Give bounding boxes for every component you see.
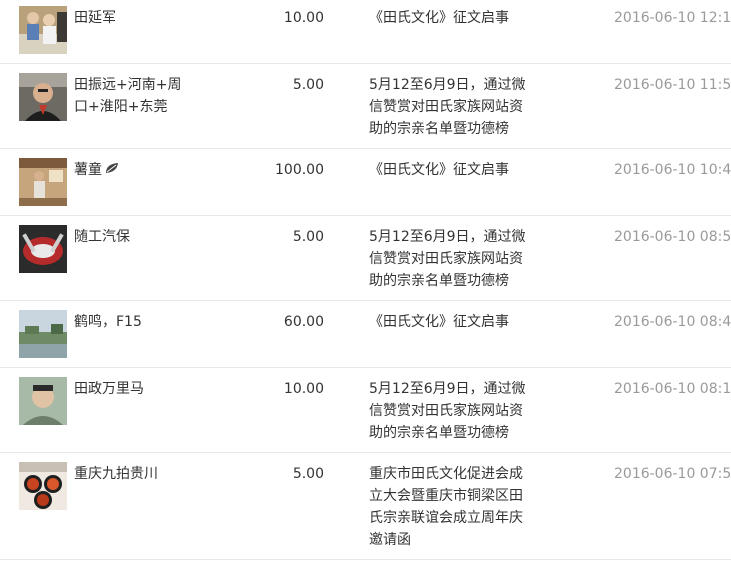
donation-amount: 60.00 <box>283 314 324 330</box>
avatar[interactable] <box>19 462 67 510</box>
project-link[interactable]: 重庆市田氏文化促进会成立大会暨重庆市铜梁区田氏宗亲联谊会成立周年庆邀请函 <box>369 463 529 551</box>
donation-amount: 10.00 <box>283 10 324 26</box>
list-item: 鹤鸣，F15 60.00 《田氏文化》征文启事 2016-06-10 08:46 <box>0 301 731 368</box>
donation-list: 田延军 10.00 《田氏文化》征文启事 2016-06-10 12:16 田振… <box>0 0 731 560</box>
donor-name: 鹤鸣，F15 <box>74 314 142 330</box>
avatar[interactable] <box>19 73 67 121</box>
project-link[interactable]: 5月12至6月9日，通过微信赞赏对田氏家族网站资助的宗亲名单暨功德榜 <box>369 74 529 140</box>
donor-name: 薯童 <box>74 159 194 181</box>
donation-time: 2016-06-10 11:55 <box>614 77 731 93</box>
list-item: 薯童 100.00 《田氏文化》征文启事 2016-06-10 10:44 <box>0 149 731 216</box>
donation-time: 2016-06-10 10:44 <box>614 162 731 178</box>
list-item: 田政万里马 10.00 5月12至6月9日，通过微信赞赏对田氏家族网站资助的宗亲… <box>0 368 731 453</box>
donor-name-text: 薯童 <box>74 162 102 178</box>
donation-time: 2016-06-10 12:16 <box>614 10 731 26</box>
list-item: 田振远+河南+周口+淮阳+东莞 5.00 5月12至6月9日，通过微信赞赏对田氏… <box>0 64 731 149</box>
avatar[interactable] <box>19 377 67 425</box>
donation-time: 2016-06-10 08:57 <box>614 229 731 245</box>
donor-name: 田政万里马 <box>74 381 144 397</box>
list-item: 重庆九拍贵川 5.00 重庆市田氏文化促进会成立大会暨重庆市铜梁区田氏宗亲联谊会… <box>0 453 731 560</box>
donor-name: 重庆九拍贵川 <box>74 466 158 482</box>
project-link[interactable]: 《田氏文化》征文启事 <box>369 311 529 333</box>
project-link[interactable]: 《田氏文化》征文启事 <box>369 7 529 29</box>
project-link[interactable]: 5月12至6月9日，通过微信赞赏对田氏家族网站资助的宗亲名单暨功德榜 <box>369 378 529 444</box>
leaf-icon <box>105 159 119 181</box>
avatar[interactable] <box>19 158 67 206</box>
donation-time: 2016-06-10 08:10 <box>614 381 731 397</box>
donation-amount: 5.00 <box>292 466 324 482</box>
donation-amount: 5.00 <box>292 229 324 245</box>
avatar[interactable] <box>19 310 67 358</box>
avatar[interactable] <box>19 6 67 54</box>
avatar[interactable] <box>19 225 67 273</box>
donor-name: 田振远+河南+周口+淮阳+东莞 <box>74 77 182 115</box>
list-item: 田延军 10.00 《田氏文化》征文启事 2016-06-10 12:16 <box>0 0 731 64</box>
project-link[interactable]: 5月12至6月9日，通过微信赞赏对田氏家族网站资助的宗亲名单暨功德榜 <box>369 226 529 292</box>
list-item: 随工汽保 5.00 5月12至6月9日，通过微信赞赏对田氏家族网站资助的宗亲名单… <box>0 216 731 301</box>
donor-name: 田延军 <box>74 10 116 26</box>
project-link[interactable]: 《田氏文化》征文启事 <box>369 159 529 181</box>
donation-amount: 100.00 <box>275 162 324 178</box>
donor-name: 随工汽保 <box>74 229 130 245</box>
donation-time: 2016-06-10 07:57 <box>614 466 731 482</box>
donation-amount: 10.00 <box>283 381 324 397</box>
donation-amount: 5.00 <box>292 77 324 93</box>
donation-time: 2016-06-10 08:46 <box>614 314 731 330</box>
